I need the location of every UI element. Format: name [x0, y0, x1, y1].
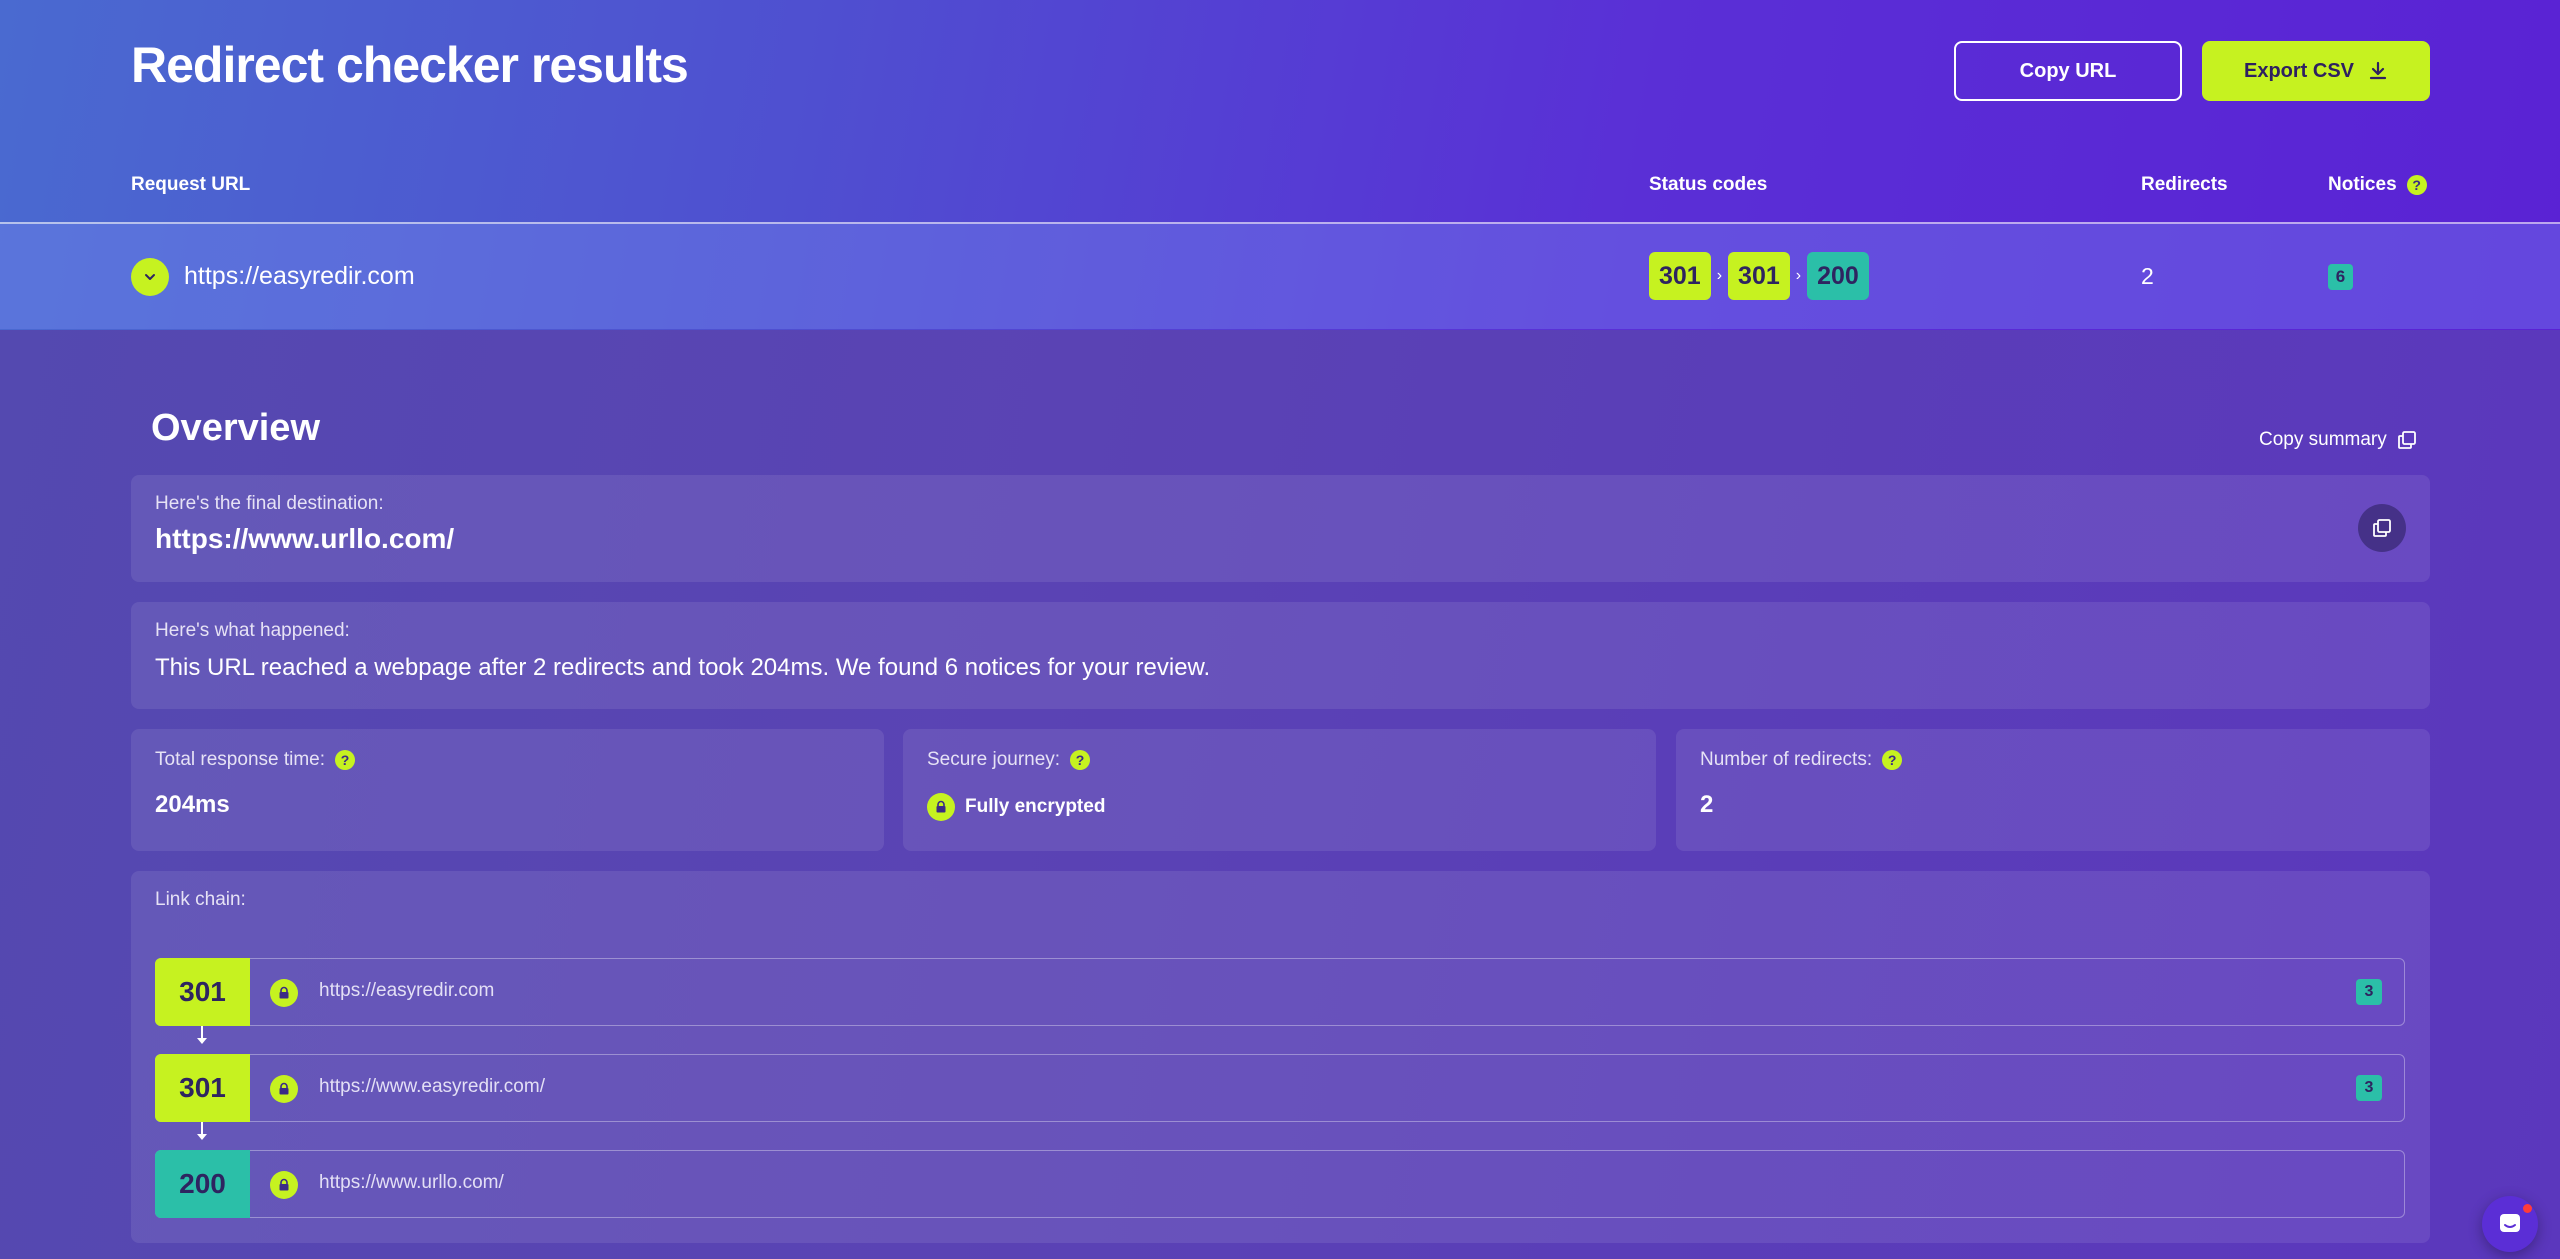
chain-arrow-icon: [197, 1134, 207, 1140]
final-destination-label: Here's the final destination:: [155, 493, 384, 514]
copy-summary-button[interactable]: Copy summary: [2259, 429, 2417, 451]
help-icon[interactable]: ?: [2406, 175, 2427, 195]
secure-status: Fully encrypted: [927, 793, 1105, 821]
link-chain-label: Link chain:: [155, 889, 246, 910]
link-chain-hop[interactable]: 200 https://www.urllo.com/: [155, 1150, 2405, 1218]
copy-summary-label: Copy summary: [2259, 429, 2387, 450]
column-header-label: Status codes: [1649, 174, 1768, 195]
final-destination-url: https://www.urllo.com/: [155, 523, 455, 554]
lock-icon: [927, 793, 955, 821]
lock-icon: [270, 1171, 298, 1199]
help-icon[interactable]: ?: [1882, 750, 1903, 770]
redirects-card: Number of redirects: ? 2: [1676, 729, 2430, 851]
column-header-status-codes: Status codes: [1649, 174, 1767, 196]
column-header-label: Notices: [2328, 174, 2397, 195]
download-icon: [2369, 61, 2387, 80]
hop-notice-badge: 3: [2356, 979, 2382, 1005]
response-time-value: 204ms: [155, 791, 230, 818]
column-header-request-url: Request URL: [131, 174, 250, 196]
copy-icon: [2373, 519, 2391, 537]
hop-url: https://www.easyredir.com/: [319, 1076, 545, 1097]
export-csv-label: Export CSV: [2243, 59, 2355, 82]
what-happened-label: Here's what happened:: [155, 620, 350, 641]
link-chain-hop[interactable]: 301 https://www.easyredir.com/ 3: [155, 1054, 2405, 1122]
response-time-label: Total response time:: [155, 749, 326, 770]
secure-journey-card: Secure journey: ? Fully encrypted: [903, 729, 1656, 851]
link-chain-hop[interactable]: 301 https://easyredir.com 3: [155, 958, 2405, 1026]
chain-arrow-icon: [197, 1038, 207, 1044]
lock-icon: [270, 1075, 298, 1103]
column-header-redirects: Redirects: [2141, 174, 2228, 196]
response-time-label-row: Total response time: ?: [155, 749, 356, 771]
redirects-label-row: Number of redirects: ?: [1700, 749, 1903, 771]
column-header-label: Request URL: [131, 174, 251, 195]
chat-launcher-button[interactable]: [2482, 1196, 2538, 1252]
copy-url-label: Copy URL: [2019, 59, 2117, 82]
redirect-count: 2: [2141, 263, 2154, 289]
redirects-value: 2: [1700, 791, 1714, 818]
hop-url: https://www.urllo.com/: [319, 1172, 504, 1193]
copy-url-button[interactable]: Copy URL: [1954, 41, 2182, 101]
overview-title: Overview: [151, 407, 320, 449]
copy-destination-button[interactable]: [2358, 504, 2406, 552]
final-destination-card: Here's the final destination: https://ww…: [131, 475, 2430, 582]
redirects-label: Number of redirects:: [1700, 749, 1873, 770]
notification-dot: [2523, 1204, 2532, 1213]
column-header-notices: Notices ?: [2328, 174, 2427, 196]
hop-url: https://easyredir.com: [319, 980, 495, 1001]
help-icon[interactable]: ?: [1070, 750, 1091, 770]
help-icon[interactable]: ?: [335, 750, 356, 770]
collapse-toggle-button[interactable]: [131, 258, 169, 296]
chevron-down-icon: [145, 274, 155, 280]
secure-journey-label: Secure journey:: [927, 749, 1061, 770]
copy-icon: [2397, 431, 2416, 449]
request-url: https://easyredir.com: [184, 262, 415, 290]
status-chip: 200: [1807, 252, 1869, 300]
page-title: Redirect checker results: [131, 37, 689, 93]
status-chip: 301: [1649, 252, 1711, 300]
column-header-label: Redirects: [2141, 174, 2228, 195]
hop-status-code: 200: [155, 1150, 250, 1218]
hop-notice-badge: 3: [2356, 1075, 2382, 1101]
status-code-chain: 301 › 301 › 200: [1649, 252, 1869, 300]
chain-separator: ›: [1716, 267, 1723, 284]
hop-status-code: 301: [155, 958, 250, 1026]
hop-status-code: 301: [155, 1054, 250, 1122]
chat-icon: [2500, 1214, 2520, 1232]
what-happened-text: This URL reached a webpage after 2 redir…: [155, 654, 1211, 681]
export-csv-button[interactable]: Export CSV: [2202, 41, 2430, 101]
secure-journey-label-row: Secure journey: ?: [927, 749, 1091, 771]
status-chip: 301: [1728, 252, 1790, 300]
lock-icon: [270, 979, 298, 1007]
chain-separator: ›: [1795, 267, 1802, 284]
notice-count-badge: 6: [2328, 264, 2353, 290]
what-happened-card: Here's what happened: This URL reached a…: [131, 602, 2430, 709]
secure-journey-value: Fully encrypted: [965, 796, 1106, 817]
response-time-card: Total response time: ? 204ms: [131, 729, 884, 851]
